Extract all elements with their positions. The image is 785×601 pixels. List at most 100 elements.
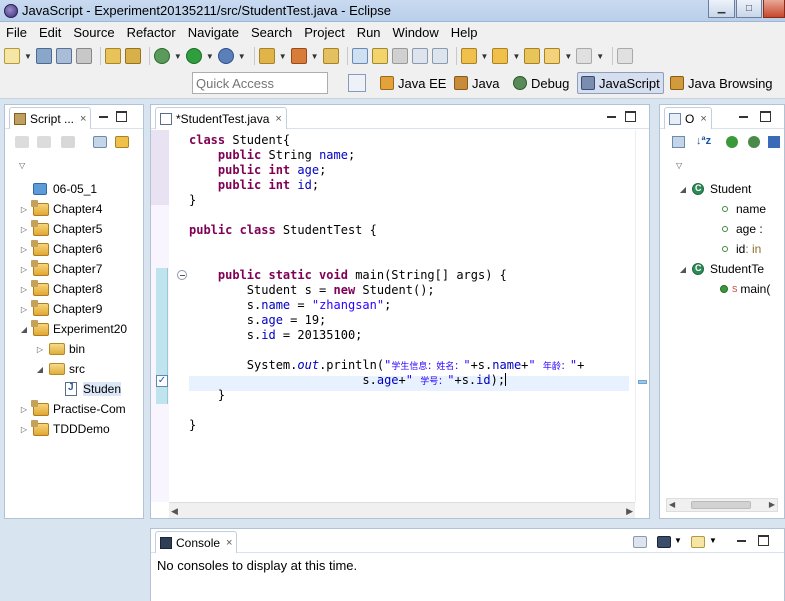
close-icon[interactable]: × <box>80 113 86 125</box>
hide-fields-icon[interactable] <box>726 136 738 148</box>
minimize-button[interactable]: ▁ <box>708 0 735 18</box>
perspective-debug[interactable]: Debug <box>510 72 572 94</box>
tree-item[interactable]: ▷ bin <box>35 339 85 359</box>
scroll-thumb[interactable] <box>691 501 751 509</box>
last-edit-icon[interactable] <box>524 48 541 64</box>
chevron-down-icon[interactable]: ▼ <box>674 536 682 545</box>
back-icon[interactable] <box>15 136 29 148</box>
perspective-java[interactable]: Java <box>451 72 502 94</box>
outline-item[interactable]: name <box>722 199 766 219</box>
pin-editor-icon[interactable] <box>617 48 634 64</box>
open-perspective-icon[interactable] <box>348 74 366 92</box>
tab-outline[interactable]: O × <box>664 107 712 129</box>
expanded-twisty-icon[interactable]: ◢ <box>35 365 45 374</box>
toggle-block-icon[interactable] <box>391 48 408 64</box>
chevron-down-icon[interactable]: ▼ <box>709 536 717 545</box>
outline-item[interactable]: id: in <box>722 239 761 259</box>
hide-static-icon[interactable] <box>748 136 760 148</box>
collapsed-twisty-icon[interactable]: ▷ <box>19 285 29 294</box>
paragraph-icon[interactable] <box>431 48 448 64</box>
open-console-icon[interactable] <box>691 536 705 548</box>
tab-console[interactable]: Console × <box>155 531 238 553</box>
menu-navigate[interactable]: Navigate <box>182 22 245 43</box>
collapsed-twisty-icon[interactable]: ▷ <box>19 245 29 254</box>
menu-window[interactable]: Window <box>387 22 445 43</box>
chevron-down-icon[interactable]: ▼ <box>564 52 572 61</box>
tree-item[interactable]: ◢ Experiment20 <box>19 319 127 339</box>
previous-annotation-icon[interactable] <box>492 48 509 64</box>
maximize-view-icon[interactable] <box>116 111 127 122</box>
forward-icon[interactable] <box>576 48 593 64</box>
chevron-down-icon[interactable]: ▼ <box>238 52 246 61</box>
outline-item[interactable]: age : <box>722 219 763 239</box>
menu-help[interactable]: Help <box>445 22 484 43</box>
search-icon[interactable] <box>351 48 368 64</box>
outline-item[interactable]: Smain( <box>720 279 770 299</box>
forward-icon[interactable] <box>37 136 51 148</box>
collapsed-twisty-icon[interactable]: ▷ <box>19 265 29 274</box>
next-annotation-icon[interactable] <box>460 48 477 64</box>
collapsed-twisty-icon[interactable]: ▷ <box>35 345 45 354</box>
chevron-down-icon[interactable]: ▼ <box>206 52 214 61</box>
new-project-icon[interactable] <box>104 48 121 64</box>
view-menu-icon[interactable]: ▽ <box>19 161 25 170</box>
minimize-view-icon[interactable] <box>738 111 749 122</box>
collapsed-twisty-icon[interactable]: ▷ <box>19 405 29 414</box>
new-icon[interactable] <box>4 48 20 64</box>
collapsed-twisty-icon[interactable]: ▷ <box>19 225 29 234</box>
menu-file[interactable]: File <box>0 22 33 43</box>
up-icon[interactable] <box>61 136 75 148</box>
chevron-down-icon[interactable]: ▼ <box>596 52 604 61</box>
code-editor[interactable]: ✓ class Student{ public String name; pub… <box>151 130 649 518</box>
close-icon[interactable]: × <box>275 113 281 125</box>
minimize-view-icon[interactable] <box>98 111 109 122</box>
task-marker-icon[interactable]: ✓ <box>156 375 168 387</box>
tree-item[interactable]: 06-05_1 <box>19 179 97 199</box>
new-folder-icon[interactable] <box>124 48 141 64</box>
chevron-down-icon[interactable]: ▼ <box>481 52 489 61</box>
menu-project[interactable]: Project <box>298 22 350 43</box>
scroll-left-icon[interactable]: ◀ <box>669 500 675 509</box>
fold-toggle-icon[interactable] <box>177 270 187 280</box>
tree-item[interactable]: ▷ Chapter6 <box>19 239 102 259</box>
perspective-javascript[interactable]: JavaScript <box>577 72 664 94</box>
mark-occurrences-icon[interactable] <box>371 48 388 64</box>
sort-icon[interactable]: ↓ªz <box>696 135 711 147</box>
tree-item[interactable]: ▷ Chapter4 <box>19 199 102 219</box>
link-with-editor-icon[interactable] <box>115 136 129 148</box>
menu-run[interactable]: Run <box>351 22 387 43</box>
collapse-all-icon[interactable] <box>93 136 107 148</box>
chevron-down-icon[interactable]: ▼ <box>174 52 182 61</box>
close-button[interactable] <box>763 0 785 18</box>
expanded-twisty-icon[interactable]: ◢ <box>678 265 688 274</box>
minimize-view-icon[interactable] <box>606 111 617 122</box>
tree-item[interactable]: ▷ Chapter7 <box>19 259 102 279</box>
scroll-right-icon[interactable]: ▶ <box>769 500 775 509</box>
external-tools-icon[interactable] <box>217 48 234 64</box>
tree-item[interactable]: ▷ Practise-Com <box>19 399 126 419</box>
debug-icon[interactable] <box>153 48 170 64</box>
show-whitespace-icon[interactable] <box>411 48 428 64</box>
scroll-left-icon[interactable]: ◀ <box>171 506 178 517</box>
display-console-icon[interactable] <box>657 536 671 548</box>
menu-source[interactable]: Source <box>67 22 120 43</box>
close-icon[interactable]: × <box>700 113 706 125</box>
tree-item[interactable]: ▷ Chapter5 <box>19 219 102 239</box>
collapsed-twisty-icon[interactable]: ▷ <box>19 425 29 434</box>
save-icon[interactable] <box>35 48 52 64</box>
perspective-java-ee[interactable]: Java EE <box>377 72 449 94</box>
menu-edit[interactable]: Edit <box>33 22 67 43</box>
tree-item[interactable]: ▷ TDDDemo <box>19 419 110 439</box>
scroll-right-icon[interactable]: ▶ <box>626 506 633 517</box>
quick-access-input[interactable] <box>192 72 328 94</box>
tree-item[interactable]: ◢ src <box>35 359 85 379</box>
maximize-view-icon[interactable] <box>625 111 636 122</box>
minimize-view-icon[interactable] <box>736 535 747 546</box>
tree-item[interactable]: Studen <box>51 379 122 399</box>
chevron-down-icon[interactable]: ▼ <box>279 52 287 61</box>
print-icon[interactable] <box>75 48 92 64</box>
pin-console-icon[interactable] <box>633 536 647 548</box>
back-icon[interactable] <box>544 48 561 64</box>
outline-item[interactable]: ◢ Student <box>678 179 751 199</box>
collapsed-twisty-icon[interactable]: ▷ <box>19 305 29 314</box>
